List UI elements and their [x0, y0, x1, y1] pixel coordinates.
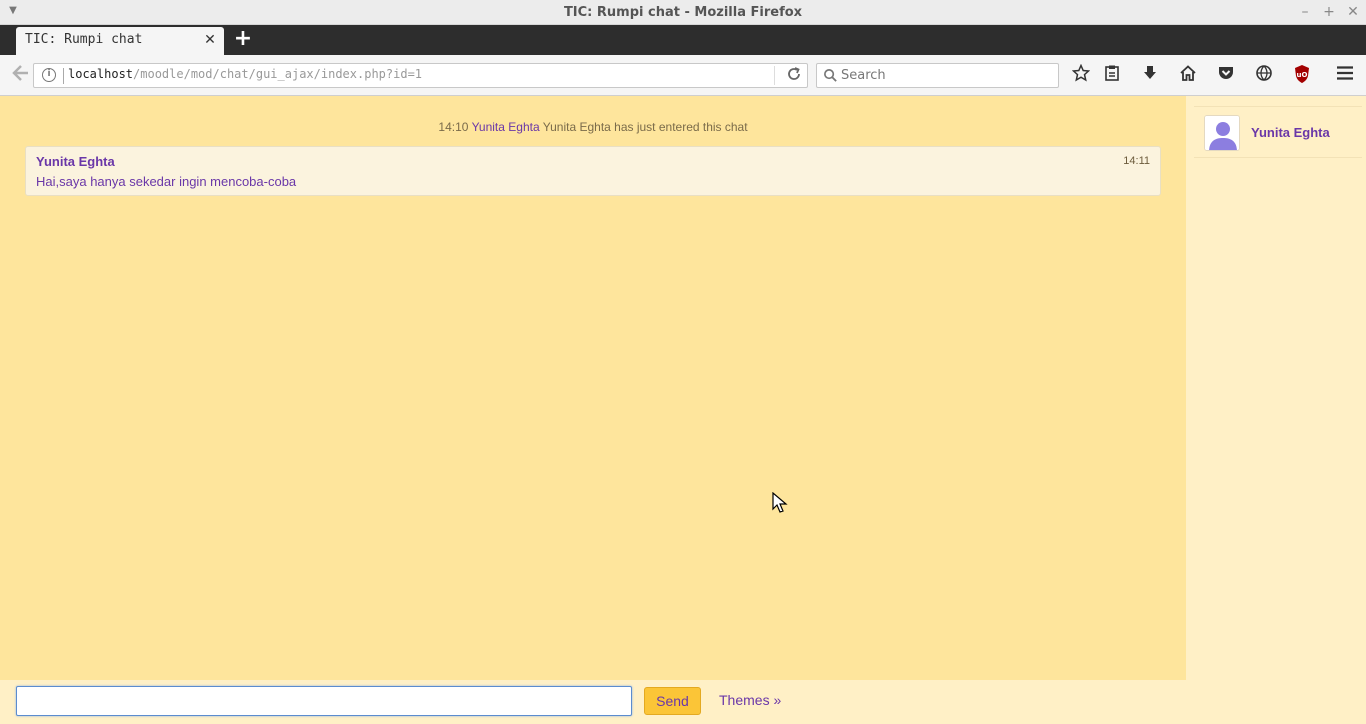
window-titlebar: ▼ TIC: Rumpi chat - Mozilla Firefox – + … — [0, 0, 1366, 25]
search-placeholder: Search — [841, 68, 886, 83]
reading-list-icon[interactable] — [1100, 64, 1124, 88]
minimize-icon[interactable]: – — [1296, 3, 1314, 21]
url-divider — [774, 66, 775, 85]
navigation-bar: i localhost/moodle/mod/chat/gui_ajax/ind… — [0, 55, 1366, 96]
window-title: TIC: Rumpi chat - Mozilla Firefox — [563, 5, 803, 20]
message-input[interactable] — [16, 686, 632, 716]
tab-strip: TIC: Rumpi chat ✕ + — [0, 25, 1366, 55]
tab-rumpi-chat[interactable]: TIC: Rumpi chat ✕ — [16, 27, 224, 55]
message-time: 14:11 — [1123, 155, 1150, 167]
system-message-text: Yunita Eghta has just entered this chat — [542, 120, 748, 134]
hamburger-menu-icon[interactable] — [1333, 64, 1357, 88]
chat-input-bar: Send Themes » — [0, 680, 1366, 724]
ublock-shield-icon[interactable]: uO — [1290, 64, 1314, 88]
url-host: localhost — [68, 67, 134, 81]
tab-close-icon[interactable]: ✕ — [202, 32, 218, 48]
user-avatar-icon — [1204, 115, 1240, 151]
downloads-icon[interactable] — [1138, 64, 1162, 88]
site-info-icon[interactable]: i — [42, 68, 56, 82]
message-author[interactable]: Yunita Eghta — [36, 154, 115, 169]
system-message-user[interactable]: Yunita Eghta — [472, 120, 540, 134]
maximize-icon[interactable]: + — [1320, 3, 1338, 21]
send-button[interactable]: Send — [644, 687, 701, 715]
close-window-icon[interactable]: ✕ — [1344, 3, 1362, 21]
svg-text:uO: uO — [1297, 71, 1308, 79]
tab-label: TIC: Rumpi chat — [25, 32, 143, 47]
reload-icon[interactable] — [784, 66, 804, 86]
user-list-pane: Yunita Eghta — [1186, 96, 1366, 680]
home-icon[interactable] — [1176, 64, 1200, 88]
url-bar[interactable]: i localhost/moodle/mod/chat/gui_ajax/ind… — [33, 63, 808, 88]
system-message-time: 14:10 — [438, 120, 469, 134]
url-path: /moodle/mod/chat/gui_ajax/index.php?id=1 — [133, 67, 423, 81]
new-tab-icon[interactable]: + — [232, 28, 254, 50]
user-name[interactable]: Yunita Eghta — [1251, 125, 1330, 140]
pocket-icon[interactable] — [1214, 64, 1238, 88]
message-text: Hai,saya hanya sekedar ingin mencoba-cob… — [36, 174, 297, 189]
chat-messages-pane[interactable]: 14:10 Yunita Eghta Yunita Eghta has just… — [0, 96, 1186, 680]
mouse-cursor-icon — [772, 492, 788, 513]
url-text[interactable]: localhost/moodle/mod/chat/gui_ajax/index… — [68, 67, 422, 81]
search-bar[interactable]: Search — [816, 63, 1059, 88]
back-arrow-icon[interactable] — [8, 63, 34, 89]
bookmark-star-icon[interactable] — [1069, 63, 1093, 88]
themes-link[interactable]: Themes » — [719, 692, 781, 708]
extension-globe-icon[interactable] — [1252, 64, 1276, 88]
system-message: 14:10 Yunita Eghta Yunita Eghta has just… — [0, 120, 1186, 134]
user-list-item[interactable]: Yunita Eghta — [1194, 106, 1362, 158]
search-icon — [824, 69, 837, 82]
url-separator — [63, 68, 64, 84]
chat-message: Yunita Eghta 14:11 Hai,saya hanya sekeda… — [25, 146, 1161, 196]
